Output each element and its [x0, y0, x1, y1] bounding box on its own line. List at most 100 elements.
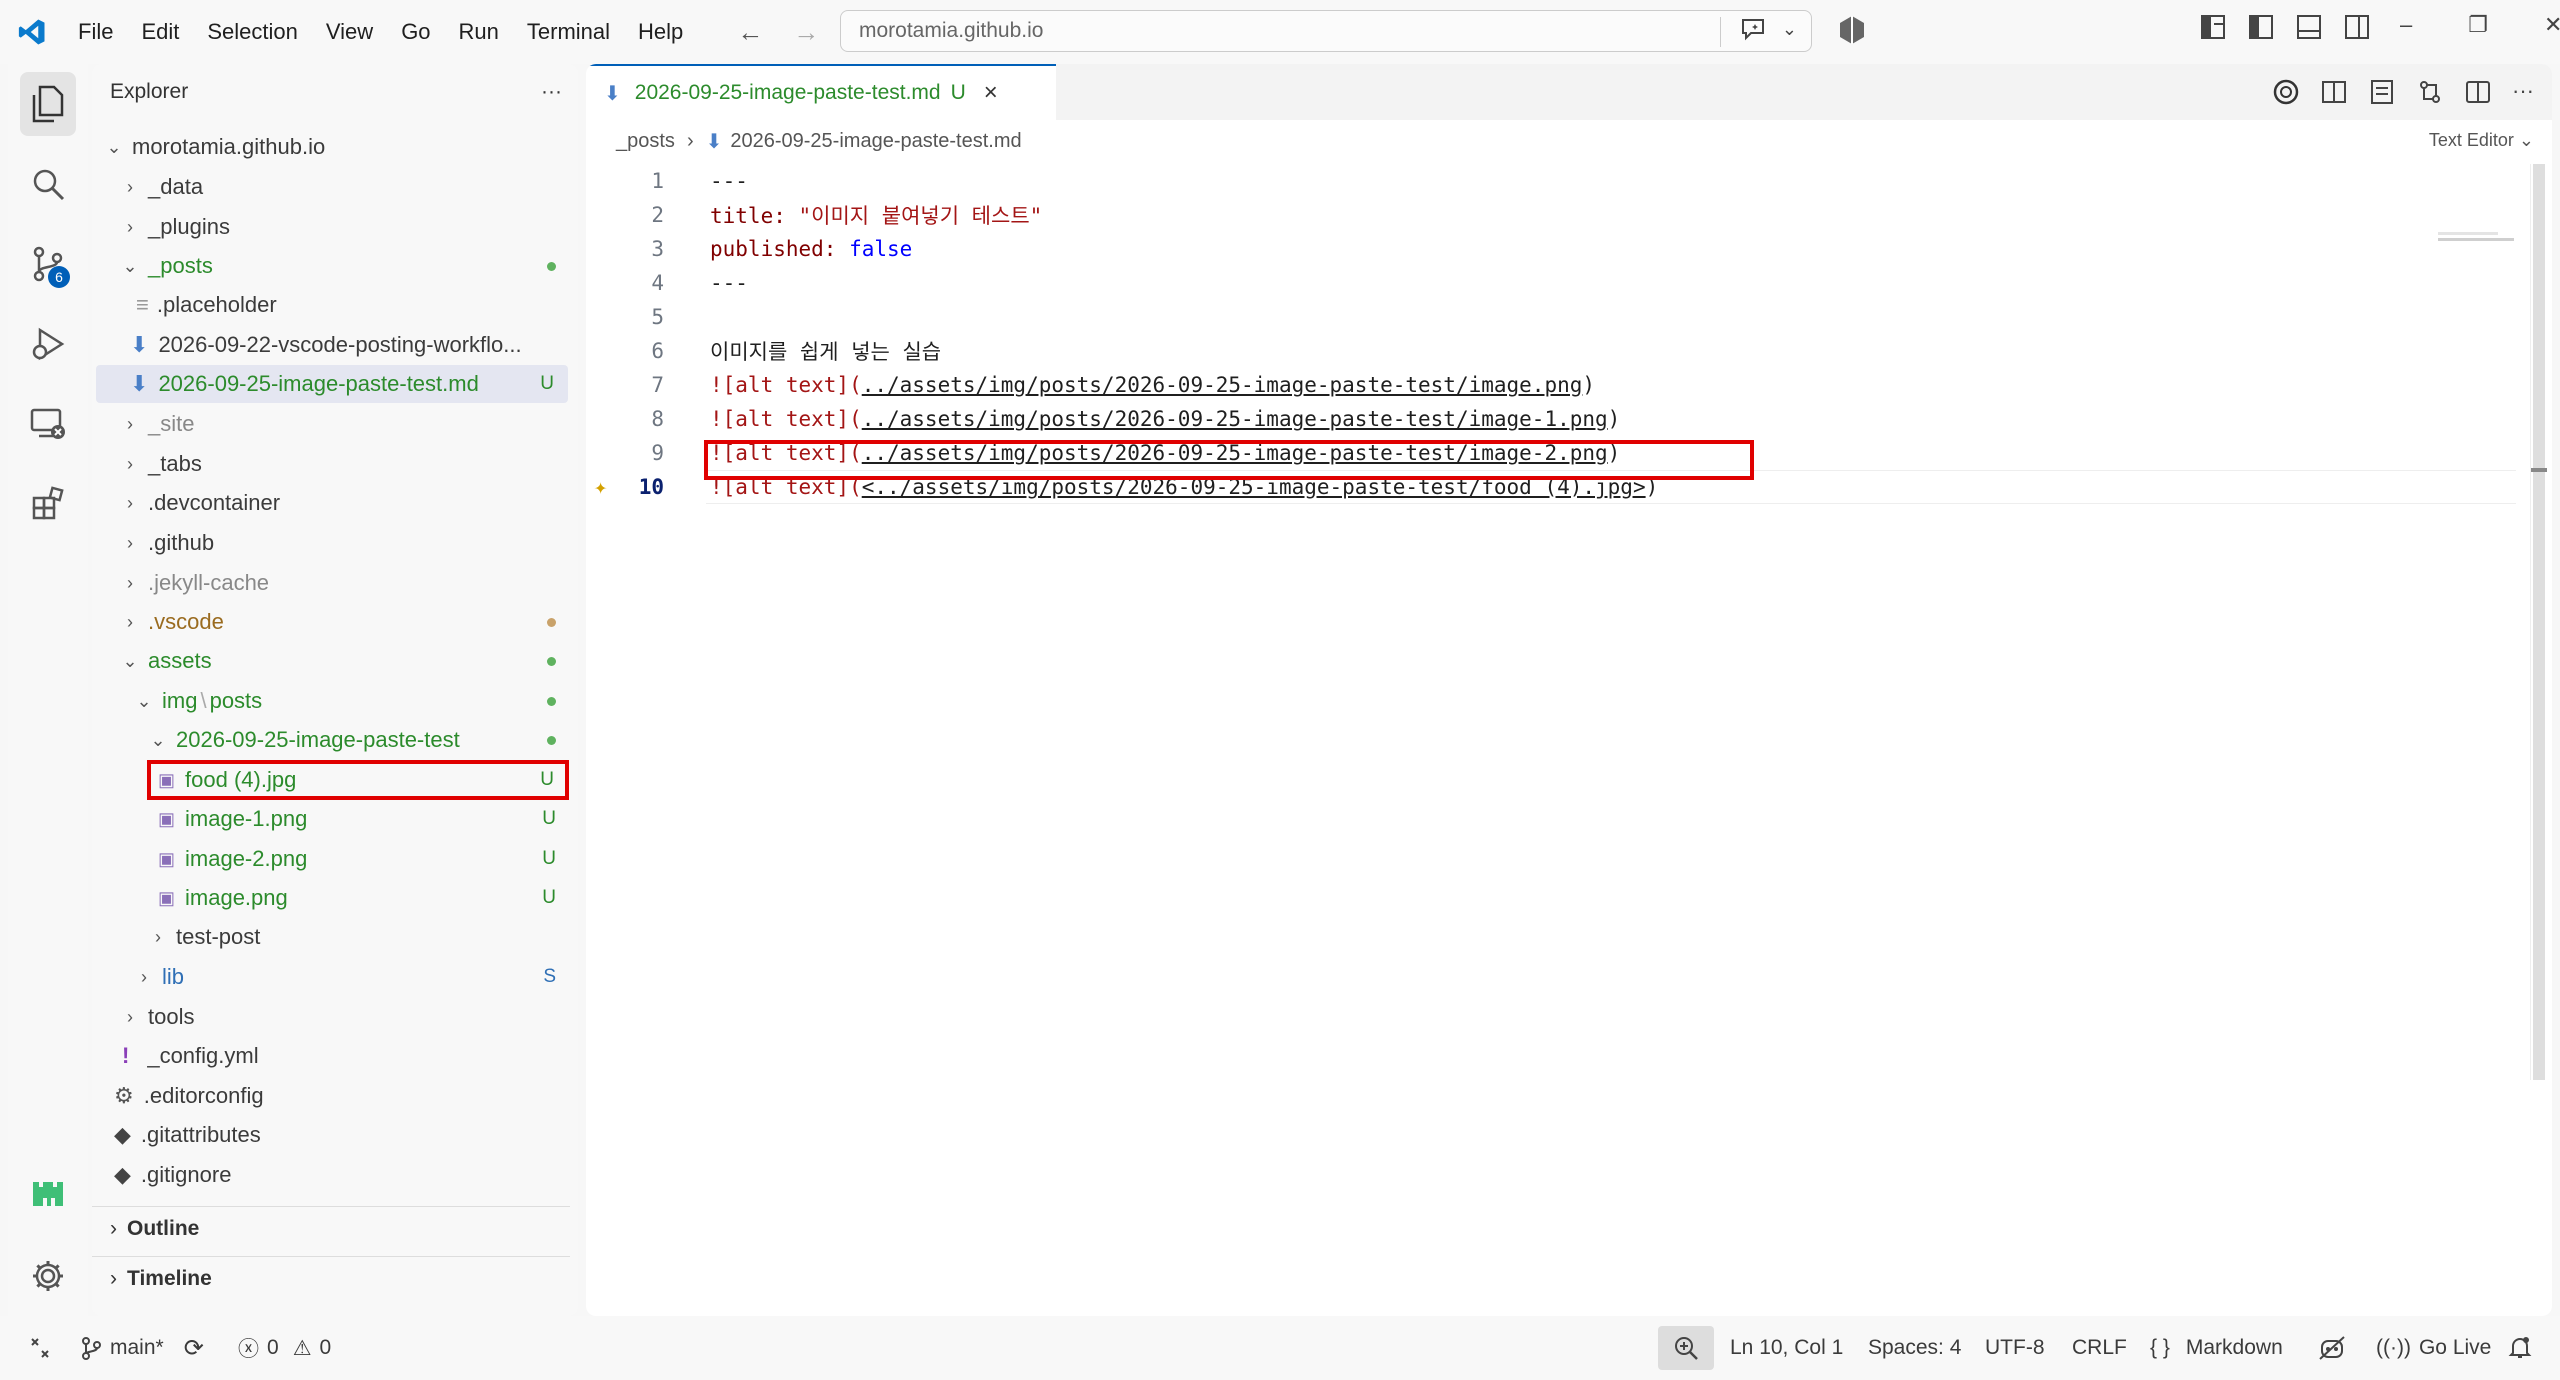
restore-icon[interactable]: ❐ [2468, 12, 2488, 38]
back-arrow-icon[interactable]: ← [737, 17, 763, 48]
tree-item-post-0922[interactable]: ⬇ 2026-09-22-vscode-posting-workflo... [92, 326, 570, 364]
branch-status[interactable]: main* ⟳ [80, 1316, 204, 1380]
breadcrumb-folder[interactable]: _posts [616, 130, 675, 153]
divider [1720, 17, 1721, 47]
tree-item-jekyll-cache[interactable]: › .jekyll-cache [92, 564, 570, 602]
open-preview-side-icon[interactable] [2320, 78, 2348, 111]
tree-item-site[interactable]: › _site [92, 405, 570, 443]
markdown-image-alt: ![alt text]( [710, 373, 862, 397]
tree-item-tools[interactable]: › tools [92, 998, 570, 1036]
chevron-right-icon: › [127, 413, 133, 434]
tree-item-assets[interactable]: ⌄ assets [92, 642, 570, 680]
remote-indicator-icon[interactable] [28, 1316, 52, 1380]
menu-run[interactable]: Run [445, 19, 513, 45]
markdown-image-url[interactable]: ../assets/img/posts/2026-09-25-image-pas… [862, 407, 1608, 431]
explorer-activity-icon[interactable] [8, 64, 88, 144]
forward-arrow-icon[interactable]: → [793, 17, 819, 48]
tree-item-vscode[interactable]: › .vscode [92, 603, 570, 641]
command-center-search[interactable]: morotamia.github.io ⌄ [840, 10, 1812, 52]
chevron-right-icon: › [127, 1006, 133, 1027]
tree-item-gitattributes[interactable]: ◆ .gitattributes [92, 1116, 570, 1154]
text-editor-dropdown[interactable]: Text Editor ⌄ [2429, 130, 2534, 151]
problems-status[interactable]: ⓧ 0 ⚠ 0 [238, 1316, 331, 1380]
tree-item-config-yml[interactable]: ! _config.yml [92, 1037, 570, 1075]
close-window-icon[interactable]: ✕ [2544, 12, 2560, 38]
timeline-section[interactable]: › Timeline [92, 1256, 570, 1300]
tree-item-devcontainer[interactable]: › .devcontainer [92, 484, 570, 522]
go-live-button[interactable]: ((·)) Go Live [2376, 1316, 2491, 1380]
openai-icon[interactable] [2272, 78, 2300, 111]
split-editor-icon[interactable] [2464, 78, 2492, 111]
breadcrumb-file[interactable]: 2026-09-25-image-paste-test.md [730, 130, 1021, 153]
markdown-image-url[interactable]: ../assets/img/posts/2026-09-25-image-pas… [862, 373, 1583, 397]
tree-item-lib[interactable]: › lib S [92, 958, 570, 996]
tree-item-label: test-post [176, 924, 261, 949]
vertical-scrollbar[interactable] [2530, 164, 2547, 1080]
gear-file-icon: ⚙ [114, 1083, 134, 1108]
tree-item-img-posts[interactable]: ⌄ img \ posts [92, 682, 570, 720]
tree-item-image-2[interactable]: ▣ image-2.png U [92, 840, 570, 878]
tree-item-github[interactable]: › .github [92, 524, 570, 562]
tree-item-placeholder[interactable]: ≡ .placeholder [92, 286, 570, 324]
yaml-string: "이미지 붙여넣기 테스트" [798, 204, 1043, 228]
tree-item-image[interactable]: ▣ image.png U [92, 879, 570, 917]
tree-item-label: .editorconfig [143, 1083, 264, 1108]
notifications-bell-icon[interactable] [2508, 1316, 2532, 1380]
menu-help[interactable]: Help [624, 19, 697, 45]
sparkle-icon[interactable]: ✦ [594, 475, 607, 500]
source-control-activity-icon[interactable]: 6 [8, 224, 88, 304]
outline-section[interactable]: › Outline [92, 1206, 570, 1250]
search-activity-icon[interactable] [8, 144, 88, 224]
tree-item-image-paste-folder[interactable]: ⌄ 2026-09-25-image-paste-test [92, 721, 570, 759]
tab-image-paste-test[interactable]: ⬇ 2026-09-25-image-paste-test.md U × [586, 64, 1056, 120]
workspace-root[interactable]: ⌄ morotamia.github.io [92, 128, 570, 166]
scrollbar-thumb[interactable] [2533, 164, 2545, 1080]
open-preview-icon[interactable] [2368, 78, 2396, 111]
tree-item-gitignore[interactable]: ◆ .gitignore [92, 1156, 570, 1194]
encoding[interactable]: UTF-8 [1985, 1316, 2045, 1380]
tree-item-data[interactable]: › _data [92, 168, 570, 206]
chat-icon[interactable] [1740, 17, 1766, 47]
close-tab-icon[interactable]: × [984, 79, 998, 107]
submodule-status: S [543, 966, 556, 987]
line-ending[interactable]: CRLF [2072, 1316, 2127, 1380]
customize-layout-icon[interactable] [2200, 14, 2226, 45]
tree-item-posts[interactable]: ⌄ _posts [92, 247, 570, 285]
tree-item-editorconfig[interactable]: ⚙ .editorconfig [92, 1077, 570, 1115]
menu-file[interactable]: File [64, 19, 127, 45]
tree-item-tabs[interactable]: › _tabs [92, 445, 570, 483]
tree-item-plugins[interactable]: › _plugins [92, 208, 570, 246]
more-actions-icon[interactable]: ··· [2512, 78, 2534, 111]
more-actions-icon[interactable]: ··· [541, 80, 562, 104]
language-mode[interactable]: { } Markdown [2150, 1316, 2283, 1380]
text-file-icon: ≡ [136, 292, 149, 317]
tree-item-food-jpg[interactable]: ▣ food (4).jpg U [147, 760, 569, 800]
tree-item-label: assets [148, 648, 212, 673]
menu-selection[interactable]: Selection [193, 19, 312, 45]
toggle-primary-sidebar-icon[interactable] [2248, 14, 2274, 45]
zoom-icon[interactable] [1658, 1326, 1714, 1370]
copilot-status-icon[interactable] [2318, 1316, 2346, 1380]
sync-icon[interactable]: ⟳ [184, 1334, 204, 1363]
settings-gear-icon[interactable] [8, 1236, 88, 1316]
copilot-icon[interactable] [1838, 14, 1866, 51]
toggle-secondary-sidebar-icon[interactable] [2344, 14, 2370, 45]
tree-item-image-1[interactable]: ▣ image-1.png U [92, 800, 570, 838]
compare-changes-icon[interactable] [2416, 78, 2444, 111]
tree-item-test-post[interactable]: › test-post [92, 918, 570, 956]
run-debug-activity-icon[interactable] [8, 304, 88, 384]
remote-explorer-activity-icon[interactable] [8, 384, 88, 464]
toggle-panel-icon[interactable] [2296, 14, 2322, 45]
cursor-position[interactable]: Ln 10, Col 1 [1730, 1316, 1843, 1380]
extensions-activity-icon[interactable] [8, 464, 88, 544]
menu-terminal[interactable]: Terminal [513, 19, 624, 45]
chevron-down-icon[interactable]: ⌄ [1782, 19, 1797, 40]
minimize-icon[interactable]: – [2400, 12, 2412, 38]
tree-item-post-0925[interactable]: ⬇ 2026-09-25-image-paste-test.md U [96, 365, 568, 403]
menu-go[interactable]: Go [387, 19, 444, 45]
menu-edit[interactable]: Edit [127, 19, 193, 45]
scrollbar-cursor-marker [2531, 468, 2547, 472]
menu-view[interactable]: View [312, 19, 387, 45]
github-codespaces-icon[interactable] [8, 1154, 88, 1234]
indentation[interactable]: Spaces: 4 [1868, 1316, 1961, 1380]
